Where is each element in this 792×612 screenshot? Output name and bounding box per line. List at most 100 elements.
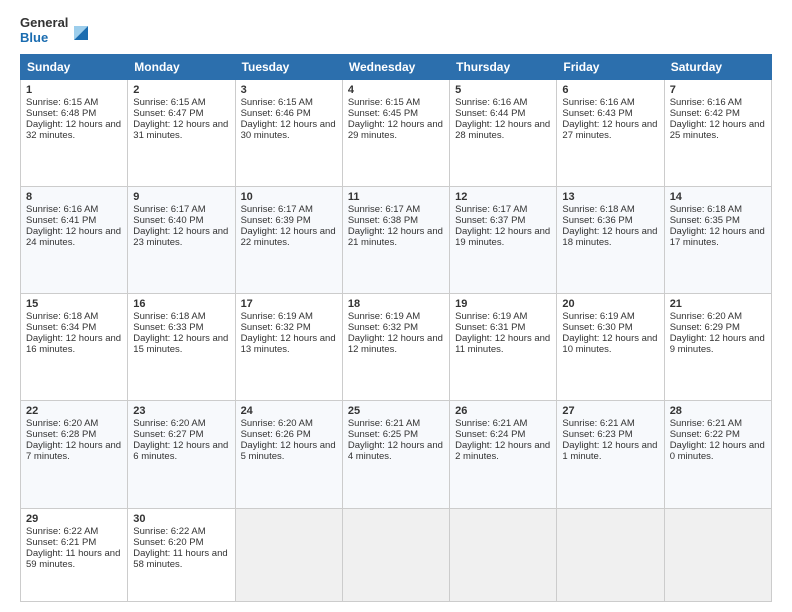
day-number: 6 [562,84,658,96]
sunset-label: Sunset: 6:27 PM [133,429,203,440]
week-row-5: 29 Sunrise: 6:22 AM Sunset: 6:21 PM Dayl… [21,508,772,601]
col-header-wednesday: Wednesday [342,54,449,79]
day-number: 7 [670,84,766,96]
daylight-label: Daylight: 12 hours and 27 minutes. [562,119,657,141]
daylight-label: Daylight: 11 hours and 58 minutes. [133,548,227,570]
day-cell: 19 Sunrise: 6:19 AM Sunset: 6:31 PM Dayl… [450,294,557,401]
daylight-label: Daylight: 12 hours and 25 minutes. [670,119,765,141]
daylight-label: Daylight: 12 hours and 16 minutes. [26,333,121,355]
day-cell: 22 Sunrise: 6:20 AM Sunset: 6:28 PM Dayl… [21,401,128,508]
daylight-label: Daylight: 12 hours and 21 minutes. [348,226,443,248]
day-number: 25 [348,405,444,417]
day-number: 30 [133,513,229,525]
day-cell [557,508,664,601]
day-cell: 12 Sunrise: 6:17 AM Sunset: 6:37 PM Dayl… [450,187,557,294]
sunset-label: Sunset: 6:38 PM [348,215,418,226]
sunset-label: Sunset: 6:48 PM [26,108,96,119]
sunrise-label: Sunrise: 6:15 AM [348,97,420,108]
daylight-label: Daylight: 12 hours and 15 minutes. [133,333,228,355]
sunset-label: Sunset: 6:39 PM [241,215,311,226]
daylight-label: Daylight: 12 hours and 22 minutes. [241,226,336,248]
sunrise-label: Sunrise: 6:15 AM [133,97,205,108]
sunset-label: Sunset: 6:22 PM [670,429,740,440]
col-header-monday: Monday [128,54,235,79]
sunset-label: Sunset: 6:21 PM [26,537,96,548]
daylight-label: Daylight: 12 hours and 1 minute. [562,440,657,462]
sunrise-label: Sunrise: 6:17 AM [133,204,205,215]
sunrise-label: Sunrise: 6:21 AM [348,418,420,429]
logo: General Blue [20,16,92,46]
sunset-label: Sunset: 6:36 PM [562,215,632,226]
daylight-label: Daylight: 12 hours and 4 minutes. [348,440,443,462]
sunrise-label: Sunrise: 6:17 AM [348,204,420,215]
day-cell: 7 Sunrise: 6:16 AM Sunset: 6:42 PM Dayli… [664,79,771,186]
day-number: 5 [455,84,551,96]
sunrise-label: Sunrise: 6:19 AM [241,311,313,322]
sunrise-label: Sunrise: 6:16 AM [670,97,742,108]
day-cell: 5 Sunrise: 6:16 AM Sunset: 6:44 PM Dayli… [450,79,557,186]
sunrise-label: Sunrise: 6:19 AM [348,311,420,322]
day-number: 23 [133,405,229,417]
sunrise-label: Sunrise: 6:20 AM [26,418,98,429]
day-cell [235,508,342,601]
sunset-label: Sunset: 6:28 PM [26,429,96,440]
col-header-tuesday: Tuesday [235,54,342,79]
sunrise-label: Sunrise: 6:21 AM [455,418,527,429]
daylight-label: Daylight: 12 hours and 29 minutes. [348,119,443,141]
sunrise-label: Sunrise: 6:18 AM [26,311,98,322]
sunset-label: Sunset: 6:29 PM [670,322,740,333]
day-cell: 21 Sunrise: 6:20 AM Sunset: 6:29 PM Dayl… [664,294,771,401]
day-cell: 30 Sunrise: 6:22 AM Sunset: 6:20 PM Dayl… [128,508,235,601]
sunset-label: Sunset: 6:20 PM [133,537,203,548]
day-cell: 25 Sunrise: 6:21 AM Sunset: 6:25 PM Dayl… [342,401,449,508]
col-header-friday: Friday [557,54,664,79]
sunrise-label: Sunrise: 6:20 AM [133,418,205,429]
day-cell: 23 Sunrise: 6:20 AM Sunset: 6:27 PM Dayl… [128,401,235,508]
page: General Blue SundayMondayTuesdayWednesda… [0,0,792,612]
day-number: 3 [241,84,337,96]
daylight-label: Daylight: 12 hours and 6 minutes. [133,440,228,462]
daylight-label: Daylight: 12 hours and 11 minutes. [455,333,550,355]
day-number: 8 [26,191,122,203]
sunset-label: Sunset: 6:41 PM [26,215,96,226]
day-cell: 11 Sunrise: 6:17 AM Sunset: 6:38 PM Dayl… [342,187,449,294]
day-cell: 29 Sunrise: 6:22 AM Sunset: 6:21 PM Dayl… [21,508,128,601]
sunrise-label: Sunrise: 6:20 AM [241,418,313,429]
sunset-label: Sunset: 6:24 PM [455,429,525,440]
week-row-1: 1 Sunrise: 6:15 AM Sunset: 6:48 PM Dayli… [21,79,772,186]
sunset-label: Sunset: 6:42 PM [670,108,740,119]
day-cell [342,508,449,601]
daylight-label: Daylight: 12 hours and 28 minutes. [455,119,550,141]
sunrise-label: Sunrise: 6:18 AM [562,204,634,215]
day-number: 4 [348,84,444,96]
sunset-label: Sunset: 6:30 PM [562,322,632,333]
day-number: 1 [26,84,122,96]
day-number: 10 [241,191,337,203]
day-number: 22 [26,405,122,417]
sunrise-label: Sunrise: 6:19 AM [562,311,634,322]
day-cell [450,508,557,601]
day-cell [664,508,771,601]
logo-general: General [20,16,68,31]
sunrise-label: Sunrise: 6:22 AM [26,526,98,537]
day-cell: 6 Sunrise: 6:16 AM Sunset: 6:43 PM Dayli… [557,79,664,186]
sunset-label: Sunset: 6:23 PM [562,429,632,440]
daylight-label: Daylight: 12 hours and 23 minutes. [133,226,228,248]
sunset-label: Sunset: 6:45 PM [348,108,418,119]
day-cell: 1 Sunrise: 6:15 AM Sunset: 6:48 PM Dayli… [21,79,128,186]
sunrise-label: Sunrise: 6:21 AM [562,418,634,429]
header: General Blue [20,16,772,46]
daylight-label: Daylight: 12 hours and 19 minutes. [455,226,550,248]
day-number: 18 [348,298,444,310]
sunrise-label: Sunrise: 6:15 AM [26,97,98,108]
day-number: 17 [241,298,337,310]
sunset-label: Sunset: 6:32 PM [241,322,311,333]
day-number: 21 [670,298,766,310]
day-number: 24 [241,405,337,417]
day-cell: 20 Sunrise: 6:19 AM Sunset: 6:30 PM Dayl… [557,294,664,401]
daylight-label: Daylight: 12 hours and 32 minutes. [26,119,121,141]
day-cell: 26 Sunrise: 6:21 AM Sunset: 6:24 PM Dayl… [450,401,557,508]
daylight-label: Daylight: 11 hours and 59 minutes. [26,548,120,570]
day-number: 16 [133,298,229,310]
sunset-label: Sunset: 6:32 PM [348,322,418,333]
